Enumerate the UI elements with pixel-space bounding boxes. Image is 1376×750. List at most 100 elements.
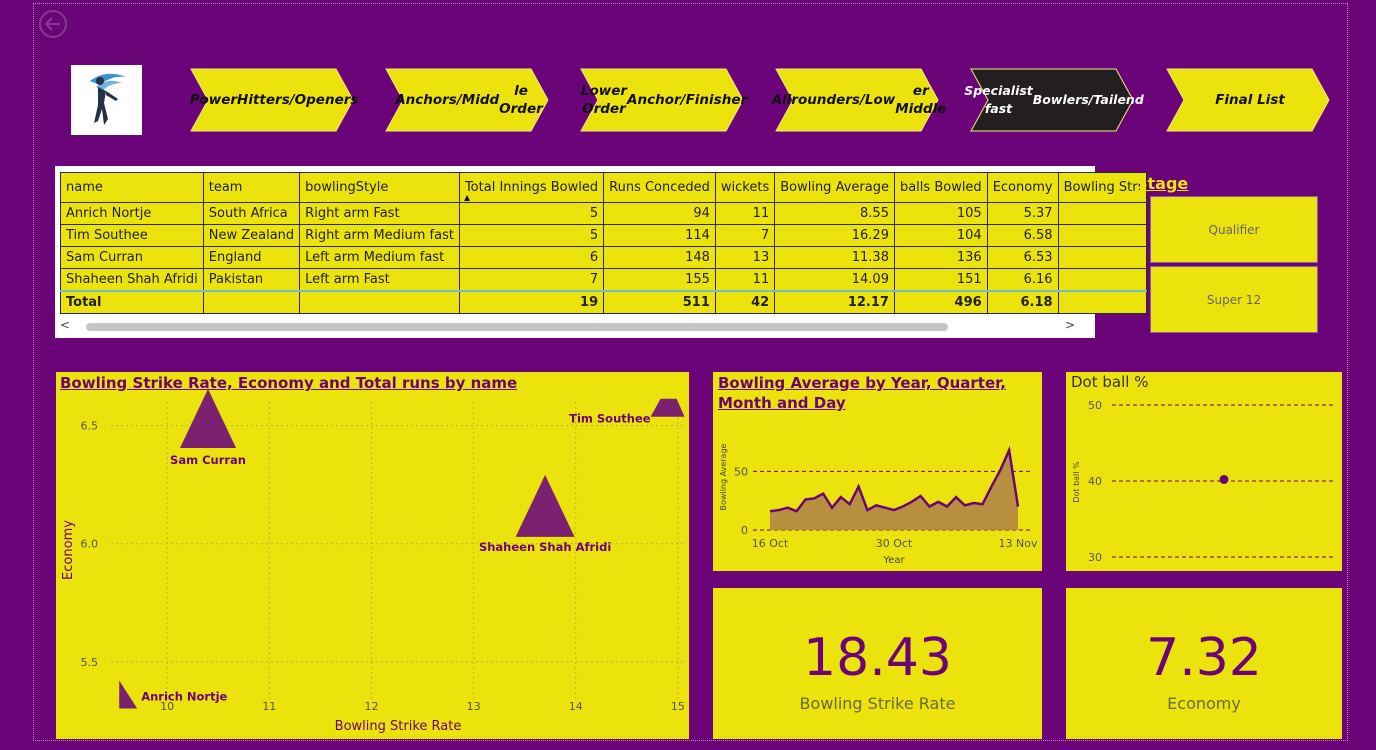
table-cell: 16.29 — [774, 224, 895, 247]
scrollbar-thumb[interactable] — [86, 323, 948, 331]
table-cell: Right arm Fast — [299, 202, 460, 225]
nav-label: All rounders/Low er Middle — [772, 68, 947, 132]
table-cell: 105 — [893, 202, 988, 225]
table-cell: 6 — [458, 246, 605, 269]
table-cell: South Africa — [202, 202, 301, 225]
column-header[interactable]: balls Bowled — [893, 172, 988, 203]
table-cell: 5.37 — [986, 202, 1059, 225]
table-cell: New Zealand — [202, 224, 301, 247]
strike-rate-value: 18.43 — [803, 628, 952, 688]
back-arrow-icon[interactable] — [38, 9, 68, 39]
table-cell: 13 — [714, 246, 776, 269]
y-tick-label: 50 — [734, 465, 748, 478]
nav-label: Specialist fast Bowlers/Tail end — [964, 68, 1144, 132]
point-label: Shaheen Shah Afridi — [479, 540, 611, 554]
column-header[interactable]: wickets — [714, 172, 776, 203]
table-cell: 7 — [458, 268, 605, 292]
nav-button-5[interactable]: Specialist fast Bowlers/Tail end — [964, 68, 1144, 132]
x-tick-label: 13 — [467, 700, 481, 713]
nav-label-line: Bowlers/Tail — [1032, 92, 1118, 107]
table-cell: 8.55 — [774, 202, 895, 225]
dot-marker — [1219, 474, 1229, 484]
table-row[interactable]: Anrich Nortje South Africa Right arm Fast 5… — [60, 202, 1148, 225]
scatter-marker — [180, 389, 237, 449]
scroll-left-icon[interactable]: < — [60, 318, 70, 332]
table-cell — [1057, 268, 1148, 292]
nav-label-line: end — [1117, 92, 1144, 107]
column-header[interactable]: Bowling Average — [774, 172, 895, 203]
economy-value: 7.32 — [1146, 628, 1262, 688]
table-row[interactable]: Tim Southee New Zealand Right arm Medium f… — [60, 224, 1148, 247]
y-tick-label: 40 — [1088, 475, 1102, 488]
nav-button-2[interactable]: Anchors/Midd le Order — [385, 68, 549, 132]
nav-label-line: er — [731, 92, 748, 108]
column-header[interactable]: Bowling Stri — [1057, 172, 1148, 203]
point-label: Sam Curran — [170, 453, 246, 467]
dot-ball-panel: Dot ball % 30 40 50 Dot ball % — [1066, 372, 1342, 571]
x-tick-label: 30 Oct — [876, 537, 913, 550]
stage-option-qualifier[interactable]: Qualifier — [1150, 196, 1318, 263]
scatter-marker — [119, 680, 138, 709]
table-cell: 11.38 — [774, 246, 895, 269]
nav-label: Power Hitters/Opene rs — [190, 68, 359, 132]
total-cell: Total — [60, 290, 204, 314]
scatter-marker — [515, 474, 575, 537]
table-row[interactable]: Shaheen Shah Afridi Pakistan Left arm Fast… — [60, 268, 1148, 292]
x-tick-label: 15 — [671, 700, 685, 713]
total-cell — [202, 290, 301, 314]
column-header[interactable]: bowlingStyle — [299, 172, 460, 203]
column-header[interactable]: Runs Conceded — [603, 172, 716, 203]
y-tick-label: 50 — [1088, 399, 1102, 412]
nav-label: Lower Order Anchor/Finish er — [581, 68, 747, 132]
nav-button-6[interactable]: Final List — [1166, 68, 1330, 132]
table-cell: Right arm Medium fast — [299, 224, 460, 247]
y-tick-label: 30 — [1088, 551, 1102, 564]
bowling-average-panel: Bowling Average by Year, Quarter, Month … — [713, 372, 1042, 571]
nav-button-4[interactable]: All rounders/Low er Middle — [772, 68, 947, 132]
stage-option-super-12[interactable]: Super 12 — [1150, 266, 1318, 333]
table-cell: 151 — [893, 268, 988, 292]
stage-slicer-title: Stage — [1136, 174, 1189, 193]
nav-label-line: Power — [189, 92, 238, 108]
nav-label-line: rs — [343, 92, 359, 108]
column-header[interactable]: Economy — [986, 172, 1059, 203]
x-axis-title: Bowling Strike Rate — [335, 719, 462, 734]
table-row[interactable]: Sam Curran England Left arm Medium fast 6 14… — [60, 246, 1148, 269]
nav-label-line: Final List — [1215, 92, 1285, 108]
total-cell: 6.18 — [986, 290, 1059, 314]
nav-label-line: rounders/Low — [791, 92, 896, 108]
sort-ascending-icon[interactable]: ▲ — [464, 194, 470, 202]
x-tick-label: 12 — [364, 700, 378, 713]
nav-button-3[interactable]: Lower Order Anchor/Finish er — [580, 68, 747, 132]
table-cell: 14.09 — [774, 268, 895, 292]
scroll-right-icon[interactable]: > — [1065, 318, 1075, 332]
point-label: Tim Southee — [569, 412, 651, 426]
total-cell: 12.17 — [774, 290, 895, 314]
table-cell: Anrich Nortje — [60, 202, 204, 225]
table-cell — [1057, 246, 1148, 269]
economy-label: Economy — [1167, 694, 1241, 713]
total-cell — [1057, 290, 1148, 314]
table-cell: 155 — [603, 268, 716, 292]
total-row: Total 19 511 42 12.17 496 6.18 — [60, 290, 1148, 314]
table-cell: Left arm Medium fast — [299, 246, 460, 269]
table-cell: Tim Southee — [60, 224, 204, 247]
nav-label-line: Hitters/Opene — [237, 92, 344, 108]
nav-label: Final List — [1186, 68, 1314, 132]
table-cell: 114 — [603, 224, 716, 247]
horizontal-scrollbar[interactable]: < > — [60, 318, 1090, 332]
table-cell: 11 — [714, 268, 776, 292]
column-header[interactable]: team — [202, 172, 301, 203]
table-cell — [1057, 202, 1148, 225]
column-header[interactable]: Total Innings Bowled ▲ — [458, 172, 605, 203]
strike-rate-card: 18.43 Bowling Strike Rate — [713, 588, 1042, 739]
column-header[interactable]: name — [60, 172, 204, 203]
total-cell: 511 — [603, 290, 716, 314]
nav-button-1[interactable]: Power Hitters/Opene rs — [190, 68, 359, 132]
table-cell: Pakistan — [202, 268, 301, 292]
table-cell: 6.16 — [986, 268, 1059, 292]
x-tick-label: 16 Oct — [752, 537, 789, 550]
area-chart: 0 50 16 Oct 30 Oct 13 Nov Year Bowling Average — [719, 443, 1038, 566]
total-cell — [299, 290, 460, 314]
total-cell: 496 — [893, 290, 988, 314]
